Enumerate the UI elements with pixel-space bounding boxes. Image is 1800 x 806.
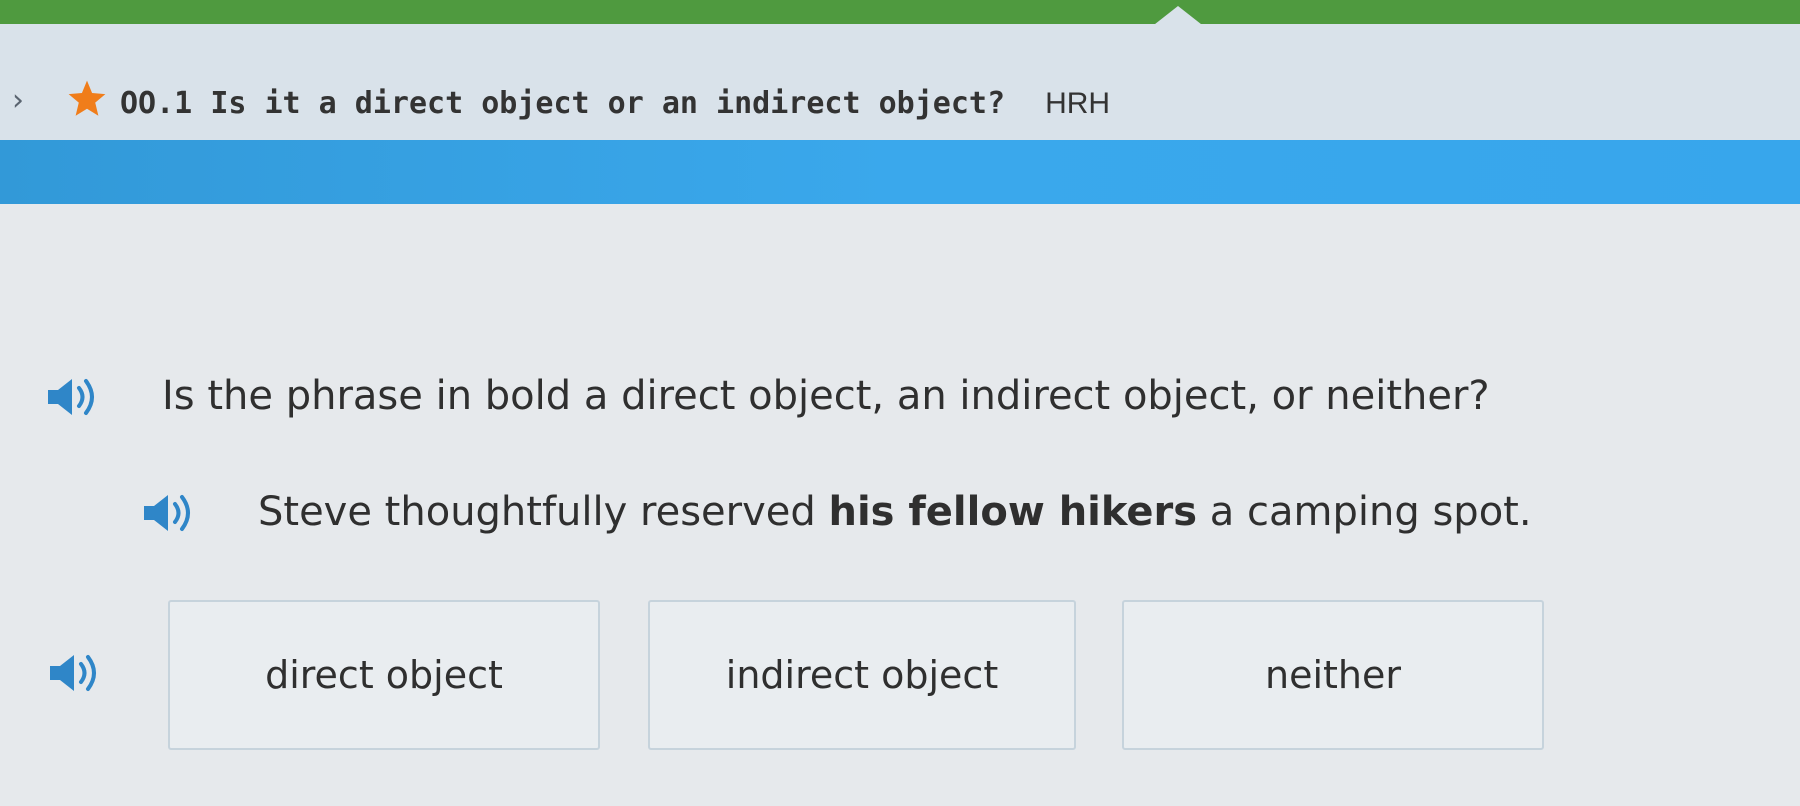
skill-name: Is it a direct object or an indirect obj… — [210, 86, 1006, 121]
example-sentence: Steve thoughtfully reserved his fellow h… — [258, 482, 1532, 542]
choice-indirect-object[interactable]: indirect object — [648, 600, 1076, 750]
skill-code: OO.1 — [120, 86, 193, 121]
progress-banner — [0, 140, 1800, 204]
question-prompt: Is the phrase in bold a direct object, a… — [162, 373, 1490, 419]
sentence-before: Steve thoughtfully reserved — [258, 489, 829, 535]
speaker-icon[interactable] — [42, 372, 102, 422]
speaker-icon[interactable] — [138, 488, 198, 538]
sentence-after: a camping spot. — [1197, 489, 1532, 535]
skill-title: OO.1 Is it a direct object or an indirec… — [120, 84, 1110, 124]
skill-header: › OO.1 Is it a direct object or an indir… — [0, 24, 1800, 142]
question-area: Is the phrase in bold a direct object, a… — [0, 204, 1800, 806]
star-icon[interactable] — [66, 78, 108, 120]
chevron-right-icon[interactable]: › — [12, 86, 38, 116]
choice-label: indirect object — [725, 653, 999, 697]
skill-tag: HRH — [1045, 87, 1111, 120]
speaker-icon[interactable] — [44, 648, 104, 698]
choice-direct-object[interactable]: direct object — [168, 600, 600, 750]
sentence-bold-phrase: his fellow hikers — [828, 489, 1198, 535]
choice-label: neither — [1264, 653, 1401, 697]
choice-label: direct object — [265, 653, 503, 697]
choice-neither[interactable]: neither — [1122, 600, 1544, 750]
